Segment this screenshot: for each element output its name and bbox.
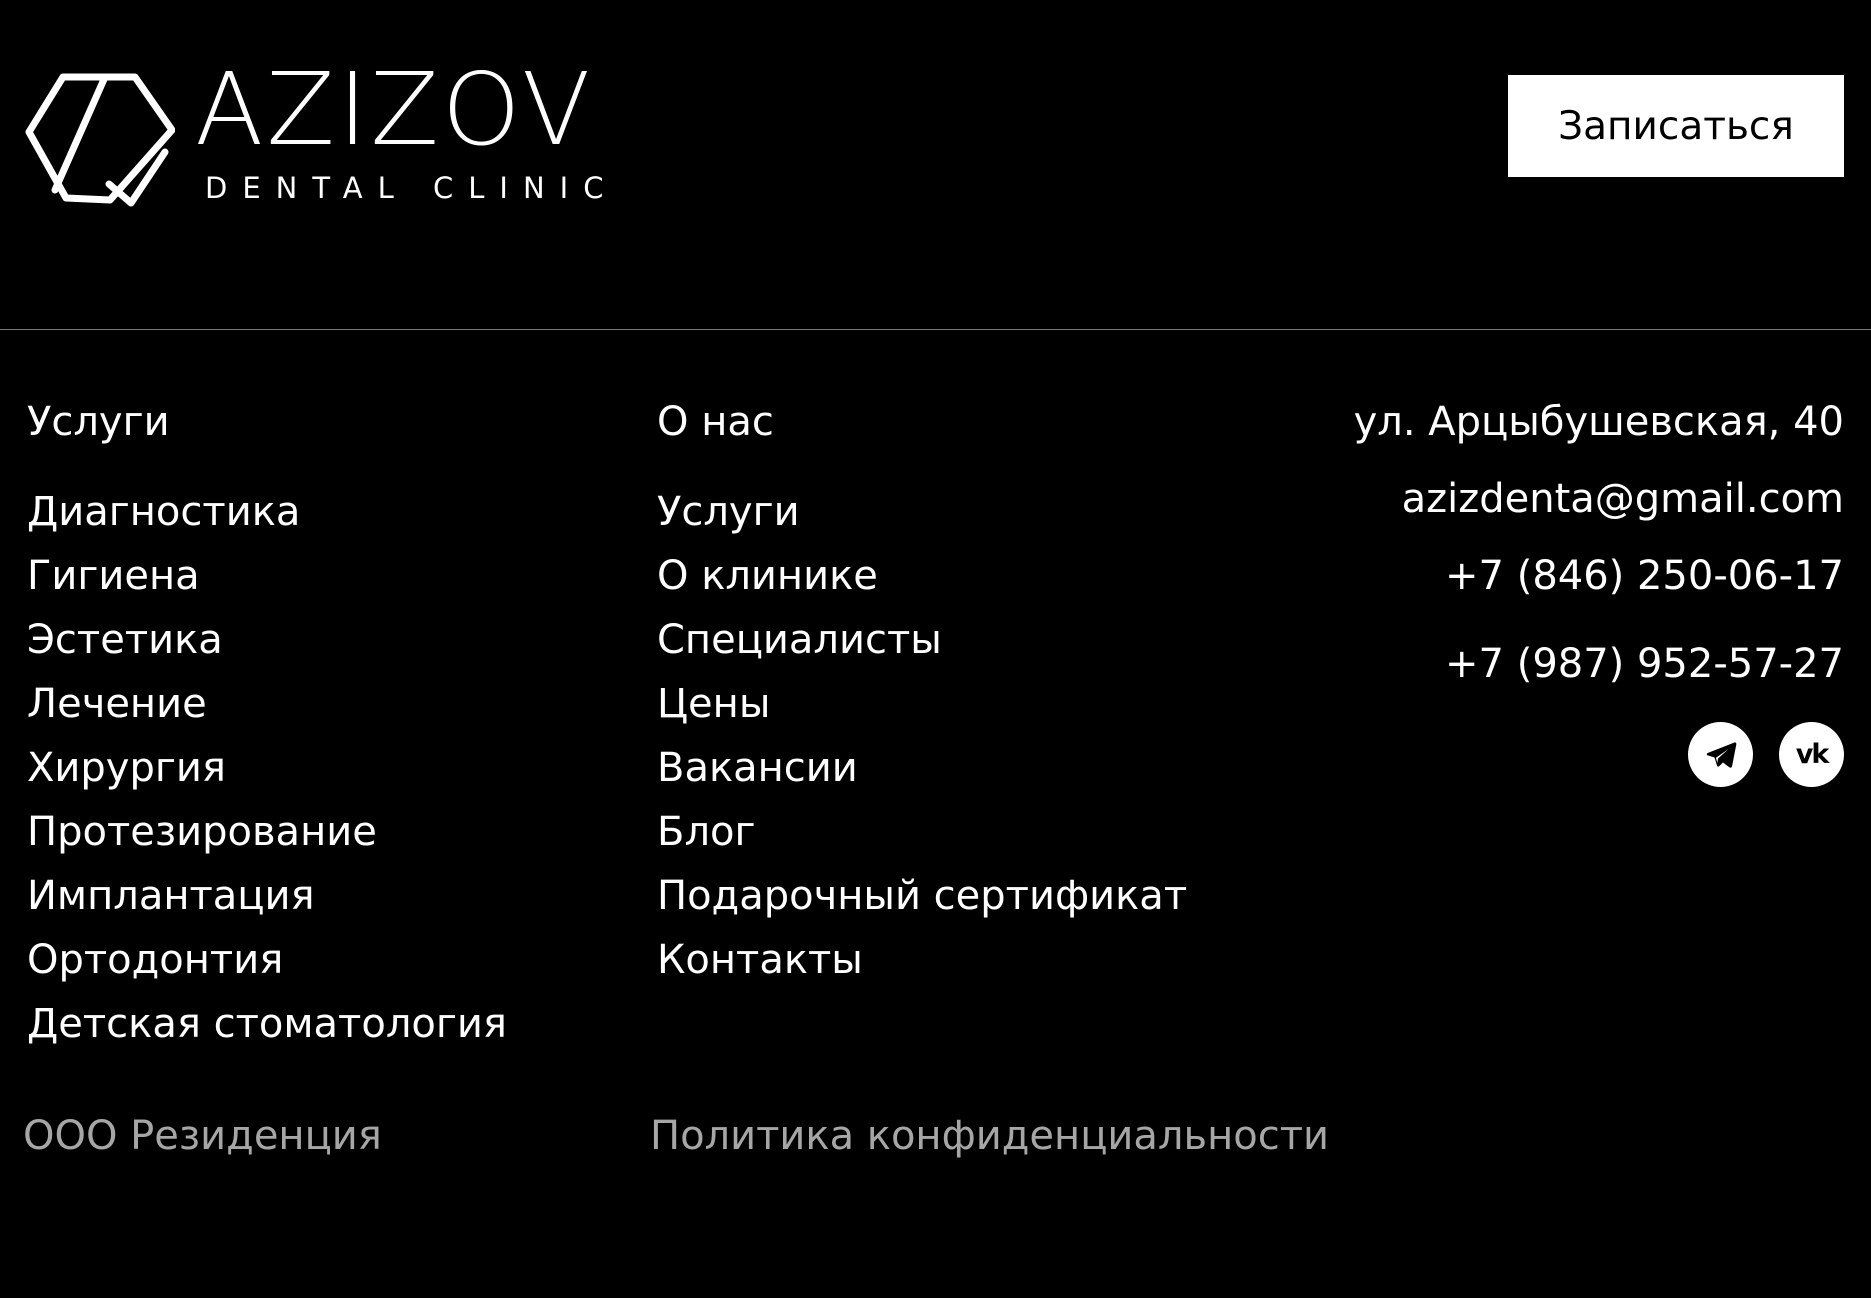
about-link-blog[interactable]: Блог (657, 809, 756, 855)
phone-link-2[interactable]: +7 (987) 952-57-27 (1284, 642, 1844, 686)
header-divider (0, 329, 1871, 330)
service-link-treatment[interactable]: Лечение (27, 681, 207, 727)
service-link-pediatric[interactable]: Детская стоматология (27, 1001, 507, 1047)
vk-icon: vk (1795, 739, 1830, 770)
brand-tagline: DENTAL CLINIC (205, 171, 619, 205)
phone-link-1[interactable]: +7 (846) 250-06-17 (1284, 554, 1844, 598)
book-appointment-button[interactable]: Записаться (1508, 75, 1844, 177)
list-item: Вакансии (657, 746, 1297, 810)
list-item: Блог (657, 810, 1297, 874)
list-item: Детская стоматология (27, 1002, 607, 1066)
about-link-vacancies[interactable]: Вакансии (657, 745, 858, 791)
brand-name: AZIZOV (195, 51, 594, 168)
telegram-button[interactable] (1688, 722, 1753, 787)
list-item: Контакты (657, 938, 1297, 1002)
telegram-icon (1706, 741, 1736, 768)
service-link-implantation[interactable]: Имплантация (27, 873, 315, 919)
list-item: Протезирование (27, 810, 607, 874)
services-heading-link[interactable]: Услуги (27, 400, 607, 444)
privacy-policy-link[interactable]: Политика конфиденциальности (650, 1113, 1329, 1159)
list-item: Специалисты (657, 618, 1297, 682)
social-links: vk (1284, 722, 1844, 787)
services-nav: Услуги Диагностика Гигиена Эстетика Лече… (27, 400, 607, 1066)
services-list: Диагностика Гигиена Эстетика Лечение Хир… (27, 490, 607, 1066)
about-heading-link[interactable]: О нас (657, 400, 1297, 444)
list-item: Имплантация (27, 874, 607, 938)
list-item: Услуги (657, 490, 1297, 554)
address-text: ул. Арцыбушевская, 40 (1353, 399, 1844, 445)
list-item: Подарочный сертификат (657, 874, 1297, 938)
list-item: О клинике (657, 554, 1297, 618)
service-link-surgery[interactable]: Хирургия (27, 745, 226, 791)
list-item: Лечение (27, 682, 607, 746)
list-item: Хирургия (27, 746, 607, 810)
contacts-block: ул. Арцыбушевская, 40 azizdenta@gmail.co… (1284, 400, 1844, 787)
list-item: Эстетика (27, 618, 607, 682)
list-item: Цены (657, 682, 1297, 746)
list-item: Диагностика (27, 490, 607, 554)
about-link-clinic[interactable]: О клинике (657, 553, 878, 599)
tooth-logo-icon (25, 73, 175, 207)
about-list: Услуги О клинике Специалисты Цены Ваканс… (657, 490, 1297, 1002)
list-item: Гигиена (27, 554, 607, 618)
about-link-services[interactable]: Услуги (657, 489, 800, 535)
service-link-hygiene[interactable]: Гигиена (27, 553, 200, 599)
about-link-gift-certificate[interactable]: Подарочный сертификат (657, 873, 1187, 919)
service-link-prosthetics[interactable]: Протезирование (27, 809, 377, 855)
service-link-orthodontics[interactable]: Ортодонтия (27, 937, 283, 983)
about-nav: О нас Услуги О клинике Специалисты Цены … (657, 400, 1297, 1002)
about-link-prices[interactable]: Цены (657, 681, 770, 727)
email-link[interactable]: azizdenta@gmail.com (1284, 477, 1844, 521)
about-link-specialists[interactable]: Специалисты (657, 617, 942, 663)
clinic-logo[interactable]: AZIZOV DENTAL CLINIC (25, 60, 603, 210)
service-link-diagnostics[interactable]: Диагностика (27, 489, 300, 535)
about-link-contacts[interactable]: Контакты (657, 937, 863, 983)
list-item: Ортодонтия (27, 938, 607, 1002)
company-name: ООО Резиденция (23, 1113, 382, 1159)
service-link-aesthetics[interactable]: Эстетика (27, 617, 223, 663)
vk-button[interactable]: vk (1779, 722, 1844, 787)
